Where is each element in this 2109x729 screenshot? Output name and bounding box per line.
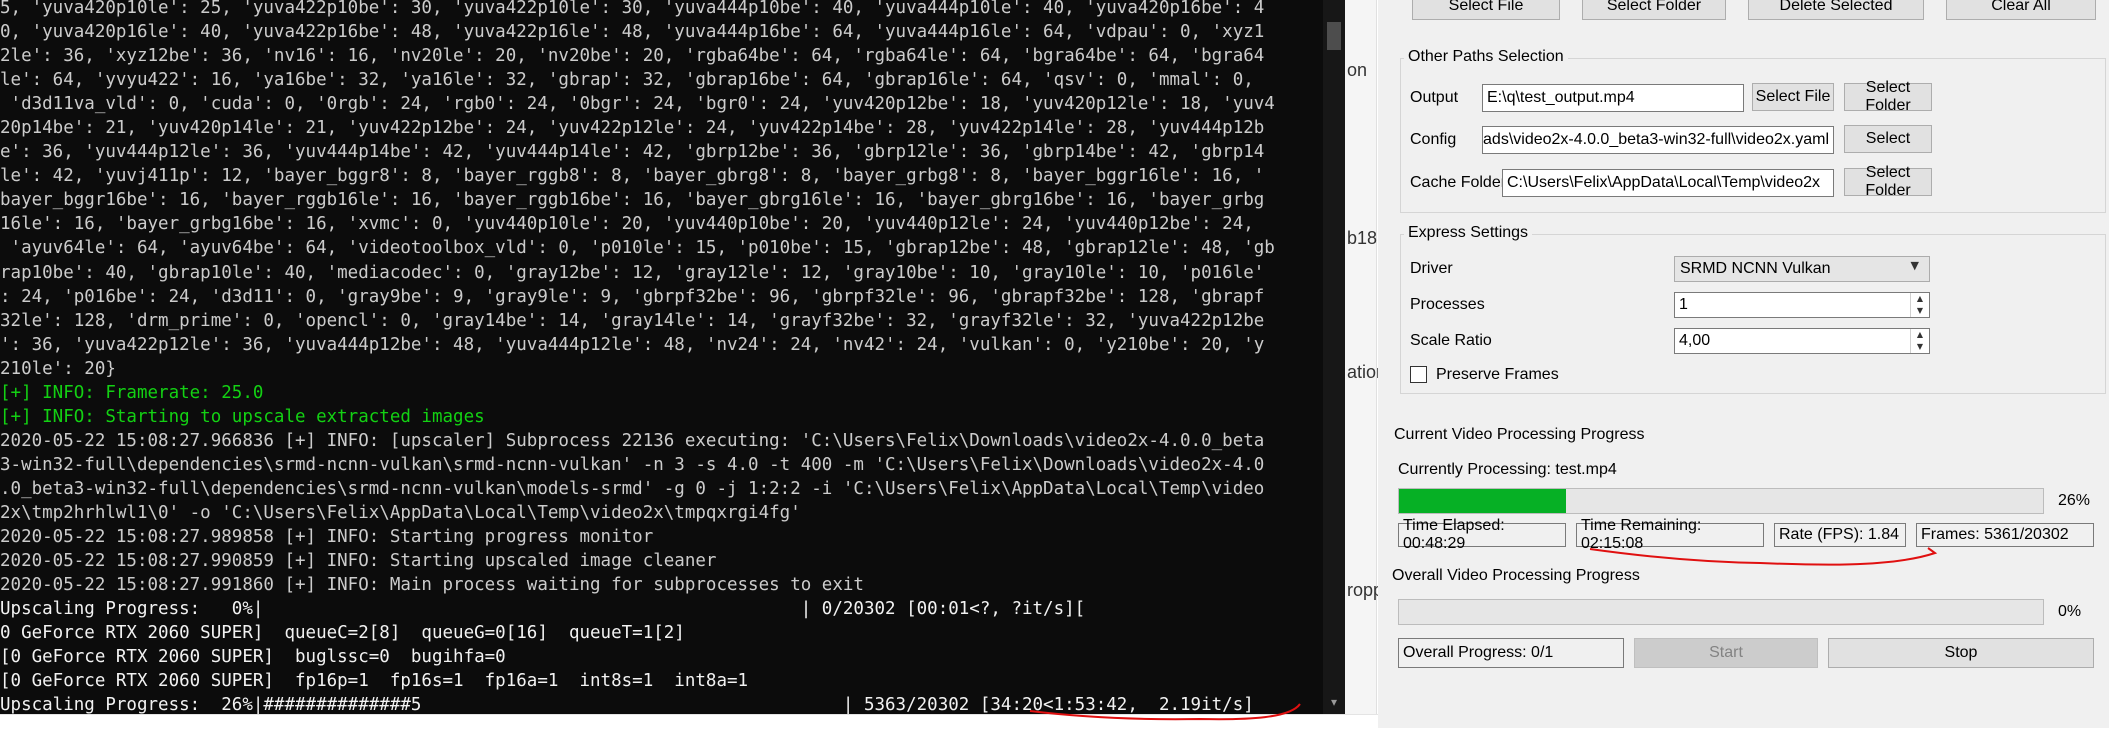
console-line: : 24, 'p016be': 24, 'd3d11': 0, 'gray9be… bbox=[0, 286, 1265, 307]
processes-spinbox[interactable]: 1 ▲ ▼ bbox=[1674, 292, 1930, 318]
time-remaining: Time Remaining: 02:15:08 bbox=[1576, 517, 1764, 552]
console-line: bayer_bggr16be': 16, 'bayer_rggb16le': 1… bbox=[0, 190, 1265, 211]
chevron-down-icon: ▼ bbox=[1910, 259, 1919, 272]
console-line: [0 GeForce RTX 2060 SUPER] buglssc=0 bug… bbox=[0, 647, 506, 668]
express-settings-title: Express Settings bbox=[1404, 224, 1533, 242]
console-line: 0 GeForce RTX 2060 SUPER] queueC=2[8] qu… bbox=[0, 623, 685, 644]
console-line: 20p14be': 21, 'yuv420p14le': 21, 'yuv422… bbox=[0, 118, 1265, 139]
console-line: 5, 'yuva420p10le': 25, 'yuva422p10be': 3… bbox=[0, 0, 1265, 18]
console-line: le': 42, 'yuvj411p': 12, 'bayer_bggr8': … bbox=[0, 166, 1265, 187]
console-line: .0_beta3-win32-full\dependencies\srmd-nc… bbox=[0, 478, 1265, 499]
decrement-icon[interactable]: ▼ bbox=[1911, 305, 1929, 317]
scale-ratio-stepper[interactable]: ▲ ▼ bbox=[1910, 329, 1929, 353]
overall-progress-count: Overall Progress: 0/1 bbox=[1398, 638, 1624, 668]
console-line: [+] INFO: Framerate: 25.0 bbox=[0, 382, 264, 403]
overall-progress-percent: 0% bbox=[2058, 603, 2082, 620]
console-line: 2020-05-22 15:08:27.966836 [+] INFO: [up… bbox=[0, 430, 1265, 451]
processes-stepper[interactable]: ▲ ▼ bbox=[1910, 293, 1929, 317]
processes-label: Processes bbox=[1410, 296, 1485, 313]
console-window: 5, 'yuva420p10le': 25, 'yuva422p10be': 3… bbox=[0, 0, 1345, 714]
delete-selected-button[interactable]: Delete Selected bbox=[1748, 0, 1924, 20]
console-line: 2020-05-22 15:08:27.990859 [+] INFO: Sta… bbox=[0, 551, 717, 572]
config-select-button[interactable]: Select bbox=[1844, 125, 1932, 153]
console-line: [+] INFO: Starting to upscale extracted … bbox=[0, 406, 485, 427]
start-button[interactable]: Start bbox=[1634, 638, 1818, 668]
console-line: Upscaling Progress: 26%|##############5 … bbox=[0, 695, 1254, 714]
scale-ratio-value: 4,00 bbox=[1679, 332, 1711, 349]
console-line: rap10be': 40, 'gbrap10le': 40, 'mediacod… bbox=[0, 262, 1265, 283]
config-label: Config bbox=[1410, 131, 1457, 148]
console-line: 210le': 20} bbox=[0, 358, 116, 379]
preserve-frames-label: Preserve Frames bbox=[1436, 366, 1559, 383]
increment-icon[interactable]: ▲ bbox=[1911, 329, 1929, 341]
console-line: Upscaling Progress: 0%| | 0/20302 [00:01… bbox=[0, 599, 1086, 620]
output-label: Output bbox=[1410, 89, 1459, 106]
driver-label: Driver bbox=[1410, 260, 1453, 277]
console-line: 'd3d11va_vld': 0, 'cuda': 0, '0rgb': 24,… bbox=[0, 94, 1275, 115]
overall-progress-title: Overall Video Processing Progress bbox=[1392, 567, 1640, 584]
console-line: le': 64, 'yvyu422': 16, 'ya16be': 32, 'y… bbox=[0, 70, 1254, 91]
increment-icon[interactable]: ▲ bbox=[1911, 293, 1929, 305]
background-window: on b18 ation ropp bbox=[1345, 0, 1386, 714]
current-progress-fill bbox=[1399, 489, 1567, 513]
decrement-icon[interactable]: ▼ bbox=[1911, 341, 1929, 353]
output-select-folder-button[interactable]: Select Folder bbox=[1844, 79, 1932, 114]
console-line: 2x\tmp2hrhlwl1\0' -o 'C:\Users\Felix\App… bbox=[0, 502, 801, 523]
output-select-file-button[interactable]: Select File bbox=[1752, 83, 1834, 111]
currently-processing-text: Currently Processing: test.mp4 bbox=[1398, 461, 1617, 478]
background-text-fragment: on bbox=[1347, 60, 1368, 80]
processes-value: 1 bbox=[1679, 296, 1688, 313]
video2x-gui-panel: Select File Select Folder Delete Selecte… bbox=[1378, 0, 2109, 728]
console-line: 'ayuv64le': 64, 'ayuv64be': 64, 'videoto… bbox=[0, 238, 1275, 259]
scale-ratio-spinbox[interactable]: 4,00 ▲ ▼ bbox=[1674, 328, 1930, 354]
overall-progress-bar bbox=[1398, 599, 2044, 625]
console-line: 2le': 36, 'xyz12be': 36, 'nv16': 16, 'nv… bbox=[0, 46, 1265, 67]
current-progress-title: Current Video Processing Progress bbox=[1394, 426, 1645, 443]
console-output: 5, 'yuva420p10le': 25, 'yuva422p10be': 3… bbox=[0, 0, 1320, 714]
cache-select-folder-button[interactable]: Select Folder bbox=[1844, 164, 1932, 199]
rate-fps: Rate (FPS): 1.84 bbox=[1774, 523, 1906, 547]
select-file-button[interactable]: Select File bbox=[1412, 0, 1560, 20]
time-elapsed: Time Elapsed: 00:48:29 bbox=[1398, 517, 1566, 552]
background-text-fragment: b18 bbox=[1347, 228, 1378, 248]
console-scrollbar[interactable]: ▾ bbox=[1323, 0, 1345, 714]
console-scrollbar-thumb[interactable] bbox=[1327, 22, 1341, 50]
clear-all-button[interactable]: Clear All bbox=[1946, 0, 2096, 20]
cache-folder-label: Cache Folder bbox=[1410, 174, 1507, 191]
console-line: 32le': 128, 'drm_prime': 0, 'opencl': 0,… bbox=[0, 310, 1265, 331]
console-line: e': 36, 'yuv444p12le': 36, 'yuv444p14be'… bbox=[0, 142, 1265, 163]
current-progress-percent: 26% bbox=[2058, 492, 2091, 509]
driver-select-value: SRMD NCNN Vulkan bbox=[1680, 260, 1831, 277]
select-folder-button[interactable]: Select Folder bbox=[1582, 0, 1726, 20]
preserve-frames-checkbox[interactable] bbox=[1410, 366, 1427, 383]
other-paths-title: Other Paths Selection bbox=[1404, 48, 1568, 66]
cache-folder-input[interactable]: C:\Users\Felix\AppData\Local\Temp\video2… bbox=[1502, 169, 1834, 197]
config-path-input[interactable]: ers\Felix\Downloads\video2x-4.0.0_beta3-… bbox=[1482, 126, 1834, 154]
console-line: 2020-05-22 15:08:27.991860 [+] INFO: Mai… bbox=[0, 575, 864, 596]
current-progress-bar bbox=[1398, 488, 2044, 514]
console-line: 2020-05-22 15:08:27.989858 [+] INFO: Sta… bbox=[0, 527, 654, 548]
stop-button[interactable]: Stop bbox=[1828, 638, 2094, 668]
console-line: [0 GeForce RTX 2060 SUPER] fp16p=1 fp16s… bbox=[0, 671, 749, 692]
output-path-input[interactable]: E:\q\test_output.mp4 bbox=[1482, 84, 1744, 112]
console-line: 3-win32-full\dependencies\srmd-ncnn-vulk… bbox=[0, 454, 1265, 475]
console-line: 16le': 16, 'bayer_grbg16be': 16, 'xvmc':… bbox=[0, 214, 1254, 235]
frames-count: Frames: 5361/20302 bbox=[1916, 523, 2094, 547]
scroll-down-icon[interactable]: ▾ bbox=[1327, 694, 1341, 710]
driver-select[interactable]: SRMD NCNN Vulkan ▼ bbox=[1674, 256, 1930, 282]
console-line: 0, 'yuva420p16le': 40, 'yuva422p16be': 4… bbox=[0, 22, 1265, 43]
console-line: ': 36, 'yuva422p12le': 36, 'yuva444p12be… bbox=[0, 334, 1265, 355]
scale-ratio-label: Scale Ratio bbox=[1410, 332, 1492, 349]
